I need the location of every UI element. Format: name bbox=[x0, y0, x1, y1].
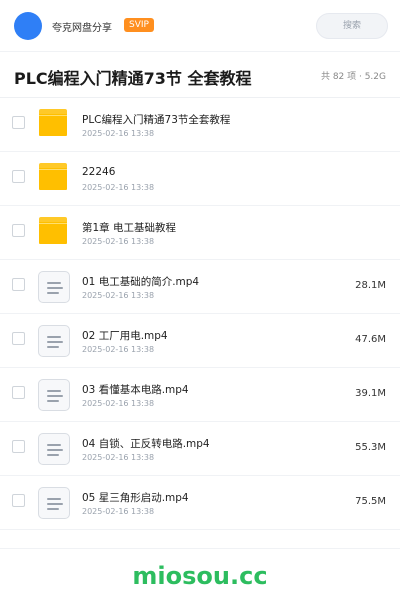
list-item[interactable]: PLC编程入门精通73节全套教程 2025-02-16 13:38 bbox=[0, 98, 400, 152]
item-name: 第1章 电工基础教程 bbox=[82, 222, 177, 234]
item-name: 01 电工基础的简介.mp4 bbox=[82, 276, 200, 288]
footer-divider bbox=[0, 548, 400, 549]
video-file-icon bbox=[38, 271, 70, 303]
list-item[interactable]: 05 星三角形启动.mp4 2025-02-16 13:38 75.5M bbox=[0, 476, 400, 530]
folder-summary: 共 82 项 · 5.2G bbox=[320, 72, 386, 82]
share-owner-name: 夸克网盘分享 bbox=[52, 23, 112, 34]
video-file-icon bbox=[38, 433, 70, 465]
item-checkbox[interactable] bbox=[12, 386, 25, 399]
item-name: 03 看懂基本电路.mp4 bbox=[82, 384, 189, 396]
svip-badge: SVIP bbox=[124, 18, 154, 32]
list-item[interactable]: 04 自锁、正反转电路.mp4 2025-02-16 13:38 55.3M bbox=[0, 422, 400, 476]
file-list: PLC编程入门精通73节全套教程 2025-02-16 13:38 22246 … bbox=[0, 98, 400, 530]
item-name: 22246 bbox=[82, 166, 116, 178]
item-checkbox[interactable] bbox=[12, 278, 25, 291]
item-checkbox[interactable] bbox=[12, 332, 25, 345]
item-date: 2025-02-16 13:38 bbox=[82, 129, 155, 138]
item-size: 75.5M bbox=[355, 496, 386, 507]
item-name: 05 星三角形启动.mp4 bbox=[82, 492, 189, 504]
folder-header: PLC编程入门精通73节 全套教程 共 82 项 · 5.2G bbox=[0, 52, 400, 98]
avatar[interactable] bbox=[14, 12, 42, 40]
item-checkbox[interactable] bbox=[12, 224, 25, 237]
page-title: PLC编程入门精通73节 全套教程 bbox=[14, 69, 252, 88]
item-size: 47.6M bbox=[355, 334, 386, 345]
item-date: 2025-02-16 13:38 bbox=[82, 345, 155, 354]
item-date: 2025-02-16 13:38 bbox=[82, 237, 155, 246]
list-item[interactable]: 第1章 电工基础教程 2025-02-16 13:38 bbox=[0, 206, 400, 260]
item-size: 28.1M bbox=[355, 280, 386, 291]
folder-icon bbox=[38, 163, 70, 195]
watermark-text: miosou.cc bbox=[132, 562, 268, 590]
video-file-icon bbox=[38, 487, 70, 519]
item-date: 2025-02-16 13:38 bbox=[82, 183, 155, 192]
item-checkbox[interactable] bbox=[12, 494, 25, 507]
item-date: 2025-02-16 13:38 bbox=[82, 507, 155, 516]
video-file-icon bbox=[38, 325, 70, 357]
list-item[interactable]: 02 工厂用电.mp4 2025-02-16 13:38 47.6M bbox=[0, 314, 400, 368]
item-checkbox[interactable] bbox=[12, 170, 25, 183]
item-size: 55.3M bbox=[355, 442, 386, 453]
item-name: 04 自锁、正反转电路.mp4 bbox=[82, 438, 210, 450]
folder-icon bbox=[38, 109, 70, 141]
item-date: 2025-02-16 13:38 bbox=[82, 399, 155, 408]
item-size: 39.1M bbox=[355, 388, 386, 399]
item-date: 2025-02-16 13:38 bbox=[82, 291, 155, 300]
item-name: 02 工厂用电.mp4 bbox=[82, 330, 168, 342]
item-checkbox[interactable] bbox=[12, 440, 25, 453]
item-name: PLC编程入门精通73节全套教程 bbox=[82, 114, 231, 126]
list-item[interactable]: 03 看懂基本电路.mp4 2025-02-16 13:38 39.1M bbox=[0, 368, 400, 422]
list-item[interactable]: 01 电工基础的简介.mp4 2025-02-16 13:38 28.1M bbox=[0, 260, 400, 314]
video-file-icon bbox=[38, 379, 70, 411]
folder-icon bbox=[38, 217, 70, 249]
top-bar: 夸克网盘分享 SVIP 搜索 bbox=[0, 0, 400, 52]
search-button[interactable]: 搜索 bbox=[316, 13, 388, 39]
item-checkbox[interactable] bbox=[12, 116, 25, 129]
list-item[interactable]: 22246 2025-02-16 13:38 bbox=[0, 152, 400, 206]
item-date: 2025-02-16 13:38 bbox=[82, 453, 155, 462]
